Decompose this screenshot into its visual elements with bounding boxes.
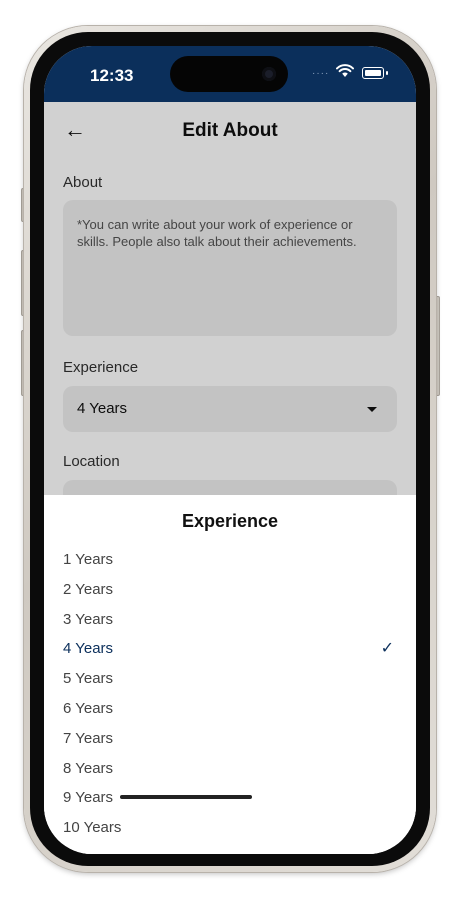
phone-screen: 12:33 ···· ← Edit About About *You can w… [44,46,416,854]
option-1-years[interactable]: 1 Years [44,545,416,575]
checkmark-icon: ✓ [380,640,394,658]
wifi-icon [336,64,354,77]
status-bar: 12:33 ···· [44,46,416,102]
option-7-years[interactable]: 7 Years [44,724,416,754]
signal-icon: ···· [312,68,330,79]
option-5-years[interactable]: 5 Years [44,664,416,694]
sheet-title: Experience [181,511,279,531]
option-10-years[interactable]: 10 Years [44,813,416,843]
option-4-years[interactable]: 4 Years ✓ [44,634,416,664]
dynamic-island [170,56,288,92]
camera-icon [262,67,276,81]
status-time: 12:33 [90,66,134,85]
experience-bottom-sheet: Experience 1 Years 2 Years 3 Years 4 Yea… [44,495,416,854]
option-8-years[interactable]: 8 Years [44,754,416,784]
option-3-years[interactable]: 3 Years [44,605,416,635]
battery-icon [362,67,384,79]
option-2-years[interactable]: 2 Years [44,575,416,605]
home-indicator[interactable] [120,795,252,799]
option-6-years[interactable]: 6 Years [44,694,416,724]
